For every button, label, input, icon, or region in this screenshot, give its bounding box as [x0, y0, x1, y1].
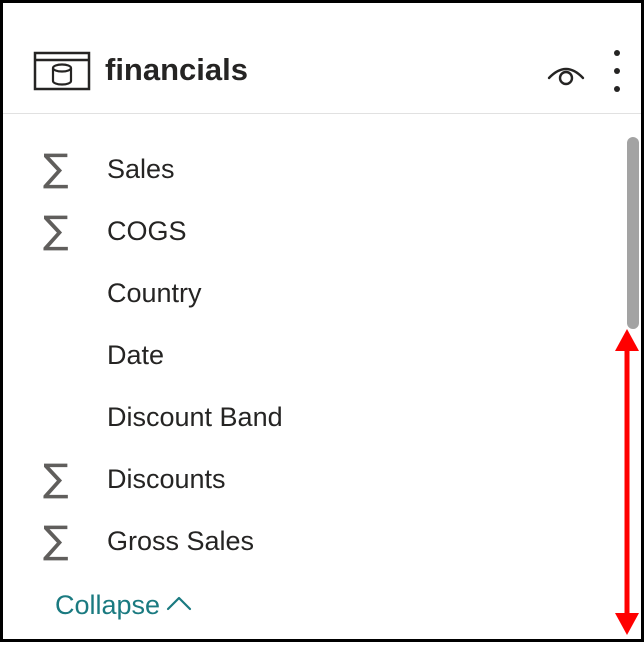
- sigma-icon: ∑: [43, 456, 69, 500]
- field-item-date[interactable]: Date: [3, 326, 603, 384]
- chevron-up-icon: [166, 596, 192, 611]
- field-label: Discount Band: [107, 402, 283, 432]
- table-icon: [33, 51, 91, 91]
- sigma-icon: ∑: [43, 146, 69, 190]
- sigma-icon: ∑: [43, 208, 69, 252]
- collapse-link[interactable]: Collapse: [55, 588, 192, 622]
- field-label: Discounts: [107, 464, 226, 494]
- field-item-discounts[interactable]: ∑ Discounts: [3, 450, 603, 508]
- field-list: ∑ Sales ∑ COGS Country Date Discount Ban…: [3, 113, 603, 645]
- sigma-icon: ∑: [43, 518, 69, 562]
- collapse-label: Collapse: [55, 590, 161, 620]
- double-arrow-icon: [615, 329, 639, 635]
- field-item-gross-sales[interactable]: ∑ Gross Sales: [3, 512, 603, 570]
- more-options-icon[interactable]: [609, 47, 625, 95]
- field-label: Gross Sales: [107, 526, 255, 556]
- scrollbar-thumb[interactable]: [627, 137, 639, 329]
- field-label: COGS: [107, 216, 187, 246]
- field-label: Country: [107, 278, 202, 308]
- field-item-cogs[interactable]: ∑ COGS: [3, 202, 603, 260]
- field-item-discount-band[interactable]: Discount Band: [3, 388, 603, 446]
- table-header: financials: [3, 3, 641, 114]
- field-item-sales[interactable]: ∑ Sales: [3, 140, 603, 198]
- eye-icon[interactable]: [546, 58, 586, 88]
- table-title[interactable]: financials: [105, 47, 248, 93]
- field-item-country[interactable]: Country: [3, 264, 603, 322]
- field-label: Sales: [107, 154, 175, 184]
- field-label: Date: [107, 340, 165, 370]
- fields-pane: financials ∑ Sales ∑ COGS Country Date D…: [0, 0, 644, 642]
